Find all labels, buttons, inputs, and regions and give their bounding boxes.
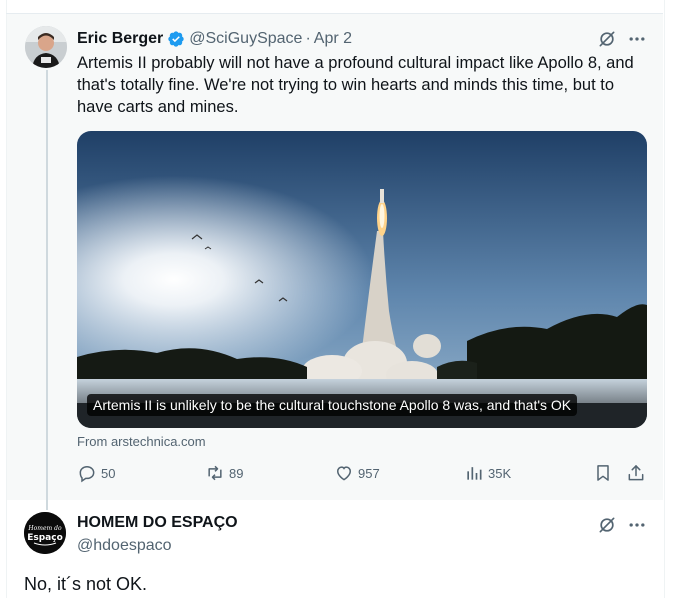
more-icon[interactable] xyxy=(626,28,648,50)
grok-icon[interactable] xyxy=(596,514,618,536)
share-button[interactable] xyxy=(626,463,646,483)
reply-avatar[interactable]: Homem do Espaço xyxy=(24,512,66,554)
reply-author-name[interactable]: HOMEM DO ESPAÇO xyxy=(77,514,238,532)
like-count: 957 xyxy=(358,465,380,481)
card-caption: Artemis II is unlikely to be the cultura… xyxy=(87,394,578,416)
views-icon xyxy=(467,467,482,480)
more-icon[interactable] xyxy=(626,514,648,536)
rocket-launch-photo xyxy=(77,131,647,428)
repost-icon xyxy=(208,465,222,481)
link-card-image[interactable]: Artemis II is unlikely to be the cultura… xyxy=(77,131,647,428)
card-source[interactable]: From arstechnica.com xyxy=(77,434,206,449)
heart-icon xyxy=(336,466,352,481)
repost-button[interactable]: 89 xyxy=(205,463,243,483)
grok-icon[interactable] xyxy=(596,28,618,50)
reply-icon xyxy=(79,465,95,483)
thread-line xyxy=(46,70,48,510)
homem-do-espaco-logo: Homem do Espaço xyxy=(24,512,66,554)
reply-count: 50 xyxy=(101,465,116,481)
separator-dot: · xyxy=(305,30,311,47)
verified-badge-icon xyxy=(168,31,184,47)
like-button[interactable]: 957 xyxy=(334,463,380,483)
tweet-actions: 50 89 957 35K xyxy=(77,463,647,489)
tweet-text: Artemis II probably will not have a prof… xyxy=(77,54,634,116)
reply-text: No, it´s not OK. xyxy=(24,574,148,594)
avatar-photo xyxy=(25,26,67,68)
views-count: 35K xyxy=(488,465,512,481)
tweet-header: Eric Berger @SciGuySpace · Apr 2 xyxy=(77,29,352,49)
reply-author-handle[interactable]: @hdoespaco xyxy=(77,537,172,555)
avatar[interactable] xyxy=(25,26,67,68)
share-icon xyxy=(628,465,644,481)
bookmark-icon xyxy=(597,465,609,481)
views-button[interactable]: 35K xyxy=(464,463,511,483)
svg-text:Espaço: Espaço xyxy=(27,533,63,543)
reply-button[interactable]: 50 xyxy=(77,463,115,483)
bookmark-button[interactable] xyxy=(593,463,613,483)
svg-text:Homem do: Homem do xyxy=(27,525,62,532)
author-handle[interactable]: @SciGuySpace xyxy=(189,30,302,48)
tweet-date[interactable]: Apr 2 xyxy=(314,30,352,48)
author-name[interactable]: Eric Berger xyxy=(77,30,163,48)
repost-count: 89 xyxy=(229,465,244,481)
